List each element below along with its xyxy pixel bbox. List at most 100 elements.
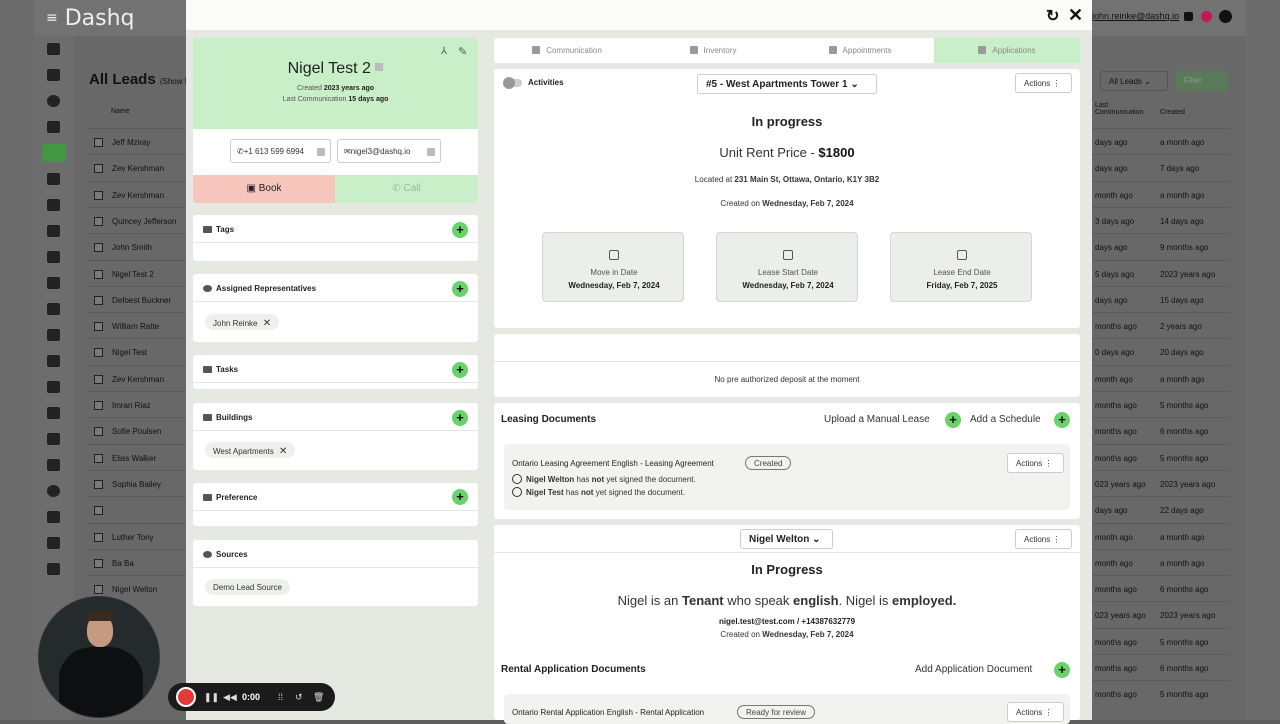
row-checkbox[interactable] bbox=[94, 138, 103, 147]
table-row[interactable]: days ago a month ago bbox=[1092, 128, 1230, 154]
row-checkbox[interactable] bbox=[94, 585, 103, 595]
table-row[interactable]: months ago 5 months ago bbox=[1092, 443, 1230, 470]
remove-icon[interactable]: ✕ bbox=[263, 318, 271, 329]
tab-applications[interactable]: Applications bbox=[934, 38, 1080, 63]
table-row[interactable] bbox=[88, 496, 186, 522]
user-email[interactable]: john.reinke@dashq.io bbox=[1092, 11, 1179, 21]
add-schedule-button[interactable]: + bbox=[1054, 412, 1070, 428]
list-icon[interactable] bbox=[47, 433, 60, 445]
grid-icon[interactable]: ⁞⁞ bbox=[278, 692, 283, 702]
row-checkbox[interactable] bbox=[94, 243, 103, 253]
people-icon[interactable] bbox=[47, 173, 60, 185]
table-row[interactable]: 023 years ago 2023 years ago bbox=[1092, 601, 1230, 627]
row-checkbox[interactable] bbox=[94, 295, 103, 305]
row-checkbox[interactable] bbox=[94, 322, 103, 332]
table-row[interactable]: 5 days ago 2023 years ago bbox=[1092, 259, 1230, 286]
table-row[interactable]: days ago 22 days ago bbox=[1092, 496, 1230, 522]
copy-icon[interactable] bbox=[375, 63, 384, 71]
row-checkbox[interactable] bbox=[94, 401, 103, 410]
row-checkbox[interactable] bbox=[94, 532, 103, 542]
table-row[interactable]: months ago 5 months ago bbox=[1092, 391, 1230, 417]
row-checkbox[interactable] bbox=[94, 190, 103, 200]
activities-toggle[interactable] bbox=[503, 77, 522, 89]
table-row[interactable]: month ago a month ago bbox=[1092, 364, 1230, 391]
unit-dropdown[interactable]: #5 - West Apartments Tower 1 ⌄ bbox=[697, 74, 877, 94]
table-row[interactable]: Sophia Bailey bbox=[88, 469, 186, 496]
app-logo[interactable]: ≡ Dashq bbox=[46, 6, 135, 31]
table-row[interactable]: days ago 15 days ago bbox=[1092, 285, 1230, 312]
add-building-button[interactable]: + bbox=[452, 410, 468, 426]
edit-icon[interactable]: ✎ bbox=[458, 45, 467, 58]
upload-manual-lease-button[interactable]: + bbox=[945, 412, 961, 428]
table-row[interactable]: Zev Kershman bbox=[88, 180, 186, 207]
add-representative-button[interactable]: + bbox=[452, 281, 468, 297]
mail-icon[interactable] bbox=[47, 277, 60, 289]
phone-chip[interactable]: ✆+1 613 599 6994 bbox=[230, 139, 331, 163]
restart-icon[interactable]: ↺ bbox=[295, 692, 303, 703]
table-row[interactable]: Nigel Test bbox=[88, 338, 186, 364]
table-row[interactable]: Sofie Poulsen bbox=[88, 417, 186, 443]
row-checkbox[interactable] bbox=[94, 558, 103, 568]
table-row[interactable]: 3 days ago 14 days ago bbox=[1092, 206, 1230, 233]
table-row[interactable]: months ago 2 years ago bbox=[1092, 312, 1230, 338]
briefcase-icon[interactable] bbox=[47, 537, 60, 549]
copy-icon[interactable] bbox=[427, 148, 435, 156]
chat-icon[interactable] bbox=[47, 303, 60, 315]
lease-actions-button[interactable]: Actions ⋮ bbox=[1015, 73, 1072, 93]
table-row[interactable]: months ago 5 months ago bbox=[1092, 627, 1230, 654]
document-icon[interactable] bbox=[47, 407, 60, 419]
building-icon[interactable] bbox=[47, 329, 60, 341]
merge-icon[interactable]: ⅄ bbox=[441, 46, 447, 57]
settings-icon[interactable] bbox=[47, 459, 60, 471]
rewind-icon[interactable]: ◀◀ bbox=[223, 692, 237, 703]
stop-recording-button[interactable] bbox=[176, 687, 196, 707]
refresh-icon[interactable]: ↻ bbox=[1046, 6, 1059, 26]
user-avatar-icon[interactable] bbox=[1219, 10, 1232, 23]
remove-icon[interactable]: ✕ bbox=[279, 446, 287, 457]
filter-button[interactable]: Filter bbox=[1176, 71, 1228, 91]
tab-communication[interactable]: Communication bbox=[494, 38, 640, 63]
table-row[interactable]: Imran Riaz bbox=[88, 391, 186, 417]
table-row[interactable]: Nigel Test 2 bbox=[88, 259, 186, 286]
document-actions-button[interactable]: Actions ⋮ bbox=[1007, 453, 1064, 473]
row-checkbox[interactable] bbox=[94, 479, 103, 489]
tab-appointments[interactable]: Appointments bbox=[786, 38, 934, 63]
table-row[interactable]: Zev Kershman bbox=[88, 364, 186, 391]
copy-icon[interactable] bbox=[317, 148, 325, 156]
document-actions-button[interactable]: Actions ⋮ bbox=[1007, 702, 1064, 722]
book-button[interactable]: ▣ Book bbox=[193, 175, 335, 203]
table-row[interactable]: months ago 6 months ago bbox=[1092, 575, 1230, 601]
calendar-icon[interactable] bbox=[47, 69, 60, 81]
table-row[interactable]: month ago a month ago bbox=[1092, 180, 1230, 207]
apartment-icon[interactable] bbox=[47, 381, 60, 393]
building-chip[interactable]: West Apartments ✕ bbox=[205, 442, 296, 458]
chart-icon[interactable] bbox=[47, 511, 60, 523]
row-checkbox[interactable] bbox=[94, 269, 103, 279]
representative-chip[interactable]: John Reinke ✕ bbox=[205, 314, 280, 330]
table-row[interactable]: months ago 5 months ago bbox=[1092, 680, 1230, 706]
add-person-icon[interactable] bbox=[47, 355, 60, 367]
table-row[interactable]: Luther Tony bbox=[88, 522, 186, 549]
calendar-icon[interactable] bbox=[47, 43, 60, 55]
all-leads-dropdown[interactable]: All Leads ⌄ bbox=[1100, 71, 1168, 91]
table-row[interactable]: William Ratte bbox=[88, 312, 186, 338]
hamburger-icon[interactable]: ≡ bbox=[46, 10, 58, 26]
applicant-dropdown[interactable]: Nigel Welton ⌄ bbox=[740, 529, 833, 549]
bell-icon[interactable] bbox=[1184, 12, 1193, 21]
row-checkbox[interactable] bbox=[94, 506, 103, 516]
pause-icon[interactable]: ❚❚ bbox=[204, 692, 219, 703]
table-row[interactable]: 0 days ago 20 days ago bbox=[1092, 338, 1230, 364]
row-checkbox[interactable] bbox=[94, 164, 103, 174]
close-icon[interactable]: ✕ bbox=[1068, 5, 1083, 26]
checkbox-icon[interactable] bbox=[47, 251, 60, 263]
row-checkbox[interactable] bbox=[94, 427, 103, 437]
row-checkbox[interactable] bbox=[94, 374, 103, 384]
account-icon[interactable] bbox=[47, 485, 60, 497]
applicant-actions-button[interactable]: Actions ⋮ bbox=[1015, 529, 1072, 549]
row-checkbox[interactable] bbox=[94, 453, 103, 463]
add-preference-button[interactable]: + bbox=[452, 489, 468, 505]
add-tag-button[interactable]: + bbox=[452, 222, 468, 238]
trash-icon[interactable]: 🗑 bbox=[313, 692, 324, 703]
clock-icon[interactable] bbox=[47, 95, 60, 107]
add-task-button[interactable]: + bbox=[452, 362, 468, 378]
